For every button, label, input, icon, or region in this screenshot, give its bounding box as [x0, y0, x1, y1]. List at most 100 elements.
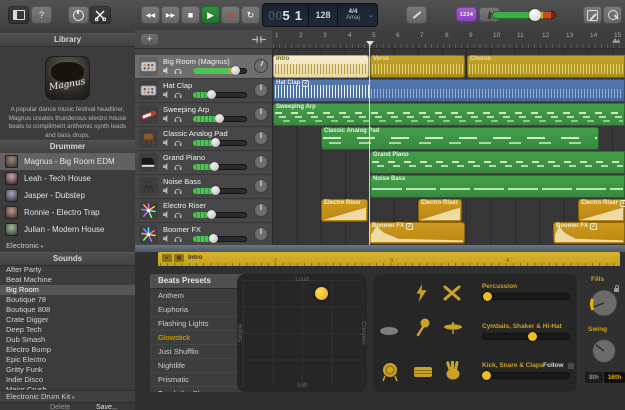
solo-headphones-icon[interactable] [174, 163, 182, 170]
track-row[interactable]: Sweeping Arp [135, 103, 272, 127]
rewind-button[interactable]: ◀◀ [141, 6, 160, 24]
mute-icon[interactable] [163, 187, 170, 194]
region-boomer-fx[interactable]: Boomer FX 2 [553, 222, 625, 244]
region-drummer-verse[interactable]: Verse [370, 55, 465, 78]
region-analog-pad[interactable]: Classic Analog Pad [321, 127, 599, 150]
forward-button[interactable]: ▶▶ [161, 6, 180, 24]
editor-divider[interactable] [135, 245, 625, 252]
editors-button[interactable] [90, 6, 111, 24]
region-grand-piano[interactable]: Grand Piano [370, 151, 625, 174]
kick-snare-slider[interactable] [482, 371, 570, 380]
region-sweeping-arp[interactable]: Sweeping Arp [273, 103, 625, 126]
notepad-button[interactable] [583, 6, 602, 24]
track-pan-knob[interactable] [253, 106, 269, 127]
track-resize-icon[interactable] [252, 35, 266, 44]
drummer-item[interactable]: Leah - Tech House [0, 170, 135, 187]
snare-drum-icon[interactable] [413, 364, 433, 380]
drummer-item[interactable]: Julian - Modern House [0, 221, 135, 238]
track-pan-knob[interactable] [253, 226, 269, 247]
swing-knob[interactable] [589, 336, 619, 366]
track-row[interactable]: Boomer FX [135, 223, 272, 245]
delete-button[interactable]: Delete [50, 404, 70, 410]
track-pan-knob[interactable] [253, 58, 269, 79]
loop-browser-button[interactable] [603, 6, 622, 24]
track-row[interactable]: Hat Clap [135, 79, 272, 103]
mute-icon[interactable] [163, 115, 170, 122]
track-row[interactable]: Classic Analog Pad [135, 127, 272, 151]
cymbal-icon[interactable] [443, 321, 463, 335]
sound-item[interactable]: Beat Machine [0, 275, 135, 285]
eighth-note-button[interactable]: 8th [585, 372, 603, 383]
cymbals-slider[interactable] [482, 332, 570, 341]
track-volume-slider[interactable] [193, 114, 247, 123]
track-volume-slider[interactable] [193, 234, 247, 243]
solo-headphones-icon[interactable] [174, 91, 182, 98]
quick-help-button[interactable]: ? [31, 6, 52, 24]
sound-item[interactable]: Boutique 78 [0, 295, 135, 305]
track-pan-knob[interactable] [253, 154, 269, 175]
kick-snare-slider-knob[interactable] [482, 371, 491, 380]
mute-icon[interactable] [163, 235, 170, 242]
region-grid-icon[interactable]: ▦ [174, 254, 184, 262]
sound-item[interactable]: Electro Bump [0, 345, 135, 355]
cycle-button[interactable]: ↻ [241, 6, 260, 24]
maraca-icon[interactable] [415, 318, 431, 338]
mute-icon[interactable] [163, 91, 170, 98]
track-pan-knob[interactable] [253, 82, 269, 103]
shaker-oval-icon-disabled[interactable] [379, 326, 399, 336]
solo-headphones-icon[interactable] [174, 139, 182, 146]
track-pan-knob[interactable] [253, 178, 269, 199]
sound-item[interactable]: Epic Electro [0, 355, 135, 365]
kick-drum-icon[interactable] [381, 362, 399, 382]
sound-item[interactable]: Boutique 808 [0, 305, 135, 315]
sound-item[interactable]: Indie Disco [0, 375, 135, 385]
track-row[interactable]: Noise Bass [135, 175, 272, 199]
count-in-button[interactable]: 1234 [456, 7, 477, 22]
mute-icon[interactable] [163, 163, 170, 170]
percussion-slider-knob[interactable] [483, 292, 492, 301]
track-volume-slider[interactable] [193, 90, 247, 99]
save-button[interactable]: Save... [96, 404, 118, 410]
editor-region-header[interactable]: ▸ ▦ Intro 2 3 4 [158, 252, 620, 266]
mute-icon[interactable] [163, 139, 170, 146]
region-play-icon[interactable]: ▸ [162, 254, 172, 262]
tuner-button[interactable] [406, 6, 427, 24]
sound-item[interactable]: Crate Digger [0, 315, 135, 325]
region-hat-clap[interactable]: Hat Clap 2 [273, 79, 625, 102]
timeline-ruler[interactable]: 1 2 3 4 5 6 7 8 9 10 11 12 13 14 15 [272, 30, 625, 49]
sound-item[interactable]: Dub Smash [0, 335, 135, 345]
sticks-icon[interactable] [443, 285, 461, 301]
clap-hand-icon[interactable] [445, 361, 462, 380]
lcd-display[interactable]: 00 5 1 128 4/4 Amaj ⌄ [262, 3, 378, 27]
region-drummer-chorus[interactable]: Chorus [467, 55, 625, 78]
region-drummer-intro[interactable]: Intro [273, 55, 369, 78]
sound-item[interactable]: Gritty Funk [0, 365, 135, 375]
region-noise-bass[interactable]: Noise Bass [370, 175, 625, 198]
library-toggle-button[interactable] [8, 6, 29, 24]
record-button[interactable]: ● [221, 6, 240, 24]
drummer-item[interactable]: Ronnie - Electro Trap [0, 204, 135, 221]
drummer-item[interactable]: Jasper - Dubstep [0, 187, 135, 204]
sound-item[interactable]: Deep Tech [0, 325, 135, 335]
playhead-marker[interactable] [366, 41, 374, 46]
sound-item-selected[interactable]: Big Room [0, 285, 135, 295]
track-row[interactable]: Electro Riser [135, 199, 272, 223]
sixteenth-note-button[interactable]: 16th [604, 372, 625, 383]
tambourine-lightning-icon[interactable] [413, 284, 429, 302]
solo-headphones-icon[interactable] [174, 67, 182, 74]
track-volume-slider[interactable] [193, 66, 247, 75]
add-track-button[interactable]: + [141, 34, 158, 45]
region-boomer-fx[interactable]: Boomer FX 2 [369, 222, 465, 244]
mute-icon[interactable] [163, 67, 170, 74]
region-electro-riser[interactable]: Electro Riser 2 [578, 199, 625, 222]
track-pan-knob[interactable] [253, 202, 269, 223]
stop-button[interactable]: ■ [181, 6, 200, 24]
solo-headphones-icon[interactable] [174, 115, 182, 122]
percussion-slider[interactable] [482, 292, 570, 301]
region-electro-riser[interactable]: Electro Riser [321, 199, 368, 222]
lcd-chevron-down-icon[interactable]: ⌄ [368, 3, 376, 27]
xy-puck[interactable] [315, 287, 328, 300]
play-button[interactable]: ▶ [201, 6, 220, 24]
fills-knob[interactable] [587, 286, 621, 320]
solo-headphones-icon[interactable] [174, 235, 182, 242]
